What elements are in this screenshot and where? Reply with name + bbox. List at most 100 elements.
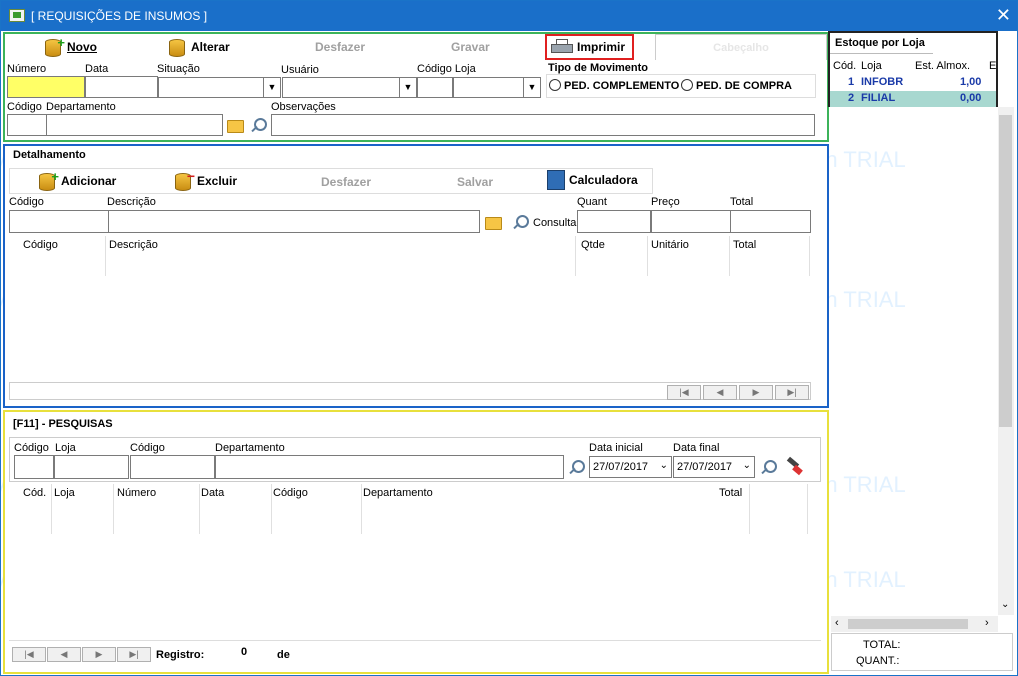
grid-divider [271,484,272,534]
search-icon[interactable] [249,117,267,138]
data-final-picker[interactable]: 27/07/2017 ⌄ [673,456,755,478]
adicionar-label: Adicionar [61,174,117,188]
detalhe-desfazer-label: Desfazer [321,175,372,189]
grid-divider [361,484,362,534]
filtro-codigo-field[interactable] [14,455,54,479]
filtro-loja-field[interactable] [54,455,129,479]
situacao-select[interactable]: ▼ [158,77,281,98]
detalhe-desfazer-button[interactable]: Desfazer [321,175,371,189]
search-icon[interactable] [567,459,585,480]
departamento-codigo-field[interactable] [7,114,47,136]
excluir-button[interactable]: − Excluir [173,168,237,192]
pesquisas-title: [F11] - PESQUISAS [13,418,113,430]
clear-filter-icon[interactable] [785,456,805,476]
loja-select[interactable]: ▼ [453,77,541,98]
codigo-label: Código [7,101,42,113]
estoque-row-est: 0,00 [960,92,982,104]
observacoes-label: Observações [271,101,336,113]
data-inicial-picker[interactable]: 27/07/2017 ⌄ [589,456,672,478]
grid-divider [113,484,114,534]
ped-compra-radio[interactable]: PED. DE COMPRA [681,79,792,92]
item-codigo-label: Código [9,196,44,208]
search-icon[interactable] [511,214,529,235]
numero-field[interactable] [7,76,85,98]
estoque-col-est: Est. Almox. [915,60,971,72]
scroll-thumb[interactable] [999,115,1012,427]
grid-divider [647,236,648,276]
tipo-movimento-label: Tipo de Movimento [548,62,649,74]
imprimir-button[interactable]: Imprimir [545,34,634,60]
detalhamento-panel: Detalhamento + Adicionar − Excluir Desfa… [3,144,829,408]
ped-compra-label: PED. DE COMPRA [696,80,792,92]
chevron-right-icon[interactable]: › [985,617,989,629]
estoque-row[interactable]: 1 INFOBR 1,00 [830,75,996,91]
chevron-left-icon[interactable]: ‹ [835,617,839,629]
prev-page-icon[interactable]: ◀ [703,385,737,400]
codigo-loja-field[interactable] [417,77,453,98]
cabecalho-tab[interactable]: Cabeçalho [655,34,827,60]
grid-col-total: Total [733,239,757,251]
first-page-icon[interactable]: |◀ [12,647,46,662]
grid-divider [809,236,810,276]
next-page-icon[interactable]: ▶ [82,647,116,662]
close-icon[interactable]: ✕ [996,5,1011,25]
header-panel: + Novo Alterar Desfazer Gravar Imprimir … [3,32,829,142]
calculadora-label: Calculadora [569,173,638,187]
folder-icon[interactable] [227,120,244,136]
last-page-icon[interactable]: ▶| [775,385,809,400]
consulta-link[interactable]: Consulta [533,217,576,229]
total-label: TOTAL: [863,639,901,651]
observacoes-field[interactable] [271,114,815,136]
salvar-button[interactable]: Salvar [457,175,493,189]
vertical-scrollbar[interactable]: ⌄ [998,107,1014,615]
usuario-label: Usuário [281,64,319,76]
folder-icon[interactable] [485,217,502,233]
estoque-row-cod: 2 [848,92,855,104]
next-page-icon[interactable]: ▶ [739,385,773,400]
pesq-col-cod: Cód. [23,487,47,499]
last-page-icon[interactable]: ▶| [117,647,151,662]
filtro-data-final-label: Data final [673,442,720,454]
adicionar-button[interactable]: + Adicionar [37,169,117,192]
chevron-down-icon: ⌄ [659,460,668,471]
chevron-down-icon: ⌄ [742,460,751,471]
prev-page-icon[interactable]: ◀ [47,647,81,662]
cabecalho-label: Cabeçalho [713,42,769,54]
item-quant-field[interactable] [577,210,651,233]
chevron-down-icon[interactable]: ⌄ [1001,599,1009,610]
filtro-departamento-field[interactable] [215,455,564,479]
alterar-button[interactable]: Alterar [167,36,230,58]
database-add-icon: + [37,169,59,192]
gravar-button[interactable]: Gravar [451,40,490,54]
novo-button[interactable]: + Novo [43,35,97,58]
usuario-select[interactable]: ▼ [282,77,417,98]
desfazer-button[interactable]: Desfazer [315,40,365,54]
grid-col-unitario: Unitário [651,239,689,251]
hscroll-thumb[interactable] [848,619,968,629]
filtro-codigo2-field[interactable] [130,455,215,479]
horizontal-scrollbar[interactable]: ‹ › [831,616,998,632]
numero-label: Número [7,63,47,75]
edit-icon [167,36,187,58]
first-page-icon[interactable]: |◀ [667,385,701,400]
item-descricao-field[interactable] [108,210,480,233]
estoque-row-selected[interactable]: 2 FILIAL 0,00 [830,91,996,107]
novo-label: Novo [67,40,97,54]
chevron-down-icon: ▼ [523,78,540,97]
calculadora-button[interactable]: Calculadora [547,170,638,190]
printer-icon [551,39,573,55]
item-preco-field[interactable] [651,210,731,233]
item-total-label: Total [730,196,754,208]
item-codigo-field[interactable] [9,210,109,233]
pesq-col-data: Data [201,487,225,499]
estoque-col-cod: Cód. [833,60,857,72]
data-label: Data [85,63,109,75]
data-field[interactable] [85,76,158,98]
filtro-departamento-label: Departamento [215,442,285,454]
registro-de-label: de [277,649,290,661]
item-total-field[interactable] [730,210,811,233]
ped-complemento-radio[interactable]: PED. COMPLEMENTO [549,79,679,92]
departamento-field[interactable] [46,114,223,136]
pesq-col-codigo: Código [273,487,308,499]
search-icon[interactable] [759,459,777,480]
